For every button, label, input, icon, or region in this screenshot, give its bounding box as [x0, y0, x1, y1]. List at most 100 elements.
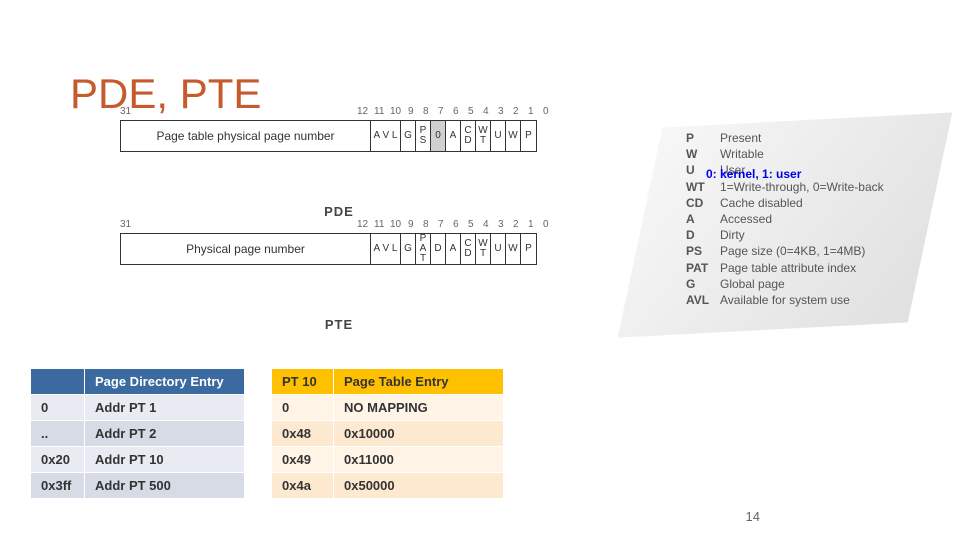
pte-field-u: U — [491, 234, 506, 264]
bit-label: 8 — [423, 219, 429, 230]
legend-key: PS — [686, 243, 720, 259]
bit-label: 11 — [374, 106, 384, 117]
pte-th-1: Page Table Entry — [334, 369, 504, 395]
table-cell: 0x48 — [272, 421, 334, 447]
pde-field-g: G — [401, 121, 416, 151]
legend-val: Accessed — [720, 211, 772, 227]
legend-key: G — [686, 276, 720, 292]
legend-key: AVL — [686, 292, 720, 308]
bit-label: 3 — [498, 219, 504, 230]
pde-field-ppn: Page table physical page number — [121, 121, 371, 151]
pte-bitrow: 31 12 11 10 9 8 7 6 5 4 3 2 1 0 Physical… — [120, 233, 680, 281]
entry-diagrams: 31 12 11 10 9 8 7 6 5 4 3 2 1 0 Page tab… — [120, 120, 680, 350]
table-cell: Addr PT 1 — [85, 395, 245, 421]
table-cell: 0 — [272, 395, 334, 421]
pte-field-g: G — [401, 234, 416, 264]
pte-field-avl: A V L — [371, 234, 401, 264]
pte-table: PT 10 Page Table Entry 0NO MAPPING 0x480… — [271, 368, 504, 499]
pte-label: PTE — [120, 317, 558, 332]
bit-label: 31 — [120, 219, 131, 230]
bit-label: 7 — [438, 219, 444, 230]
table-cell: Addr PT 2 — [85, 421, 245, 447]
pde-field-zero: 0 — [431, 121, 446, 151]
legend-key: PAT — [686, 260, 720, 276]
example-tables: Page Directory Entry 0Addr PT 1 ..Addr P… — [30, 368, 504, 499]
legend-key: A — [686, 211, 720, 227]
table-cell: 0x50000 — [334, 473, 504, 499]
pde-field-w: W — [506, 121, 521, 151]
page-number: 14 — [746, 509, 760, 524]
legend-val: Page table attribute index — [720, 260, 856, 276]
bit-label: 5 — [468, 106, 474, 117]
legend-val: Cache disabled — [720, 195, 803, 211]
pde-field-p: P — [521, 121, 536, 151]
table-cell: 0x20 — [31, 447, 85, 473]
pte-field-a: A — [446, 234, 461, 264]
pte-field-w: W — [506, 234, 521, 264]
table-cell: 0x10000 — [334, 421, 504, 447]
pte-th-0: PT 10 — [272, 369, 334, 395]
bit-label: 9 — [408, 219, 414, 230]
bit-label: 5 — [468, 219, 474, 230]
legend-key: W — [686, 146, 720, 162]
bit-label: 4 — [483, 106, 489, 117]
bit-label: 0 — [543, 106, 549, 117]
table-cell: .. — [31, 421, 85, 447]
pde-field-cd: C D — [461, 121, 476, 151]
bit-label: 6 — [453, 106, 459, 117]
bit-label: 12 — [357, 106, 368, 117]
legend-key: P — [686, 130, 720, 146]
bit-label: 1 — [528, 106, 534, 117]
bit-label: 4 — [483, 219, 489, 230]
bit-label: 10 — [390, 106, 401, 117]
legend-key: CD — [686, 195, 720, 211]
table-cell: 0x4a — [272, 473, 334, 499]
pte-field-d: D — [431, 234, 446, 264]
pde-label: PDE — [120, 204, 558, 219]
legend-key: D — [686, 227, 720, 243]
user-kernel-annotation: 0: kernel, 1: user — [706, 167, 801, 181]
pde-field-a: A — [446, 121, 461, 151]
table-cell: 0x49 — [272, 447, 334, 473]
bit-label: 11 — [374, 219, 384, 230]
bit-label: 8 — [423, 106, 429, 117]
legend-val: Writable — [720, 146, 764, 162]
bit-label: 2 — [513, 106, 519, 117]
legend-val: Page size (0=4KB, 1=4MB) — [720, 243, 865, 259]
pde-fields: Page table physical page number A V L G … — [120, 120, 537, 152]
pte-field-wt: W T — [476, 234, 491, 264]
table-cell: NO MAPPING — [334, 395, 504, 421]
bit-label: 31 — [120, 106, 131, 117]
legend-val: Global page — [720, 276, 785, 292]
legend-val: Present — [720, 130, 761, 146]
legend-val: Available for system use — [720, 292, 850, 308]
bit-label: 2 — [513, 219, 519, 230]
legend-val: Dirty — [720, 227, 745, 243]
pde-bit-labels: 31 12 11 10 9 8 7 6 5 4 3 2 1 0 — [120, 106, 680, 120]
flag-legend: PPresent WWritable UUser WT1=Write-throu… — [686, 130, 884, 308]
pte-field-cd: C D — [461, 234, 476, 264]
bit-label: 7 — [438, 106, 444, 117]
pde-field-ps: P S — [416, 121, 431, 151]
table-cell: Addr PT 10 — [85, 447, 245, 473]
table-cell: 0 — [31, 395, 85, 421]
pde-th-1: Page Directory Entry — [85, 369, 245, 395]
bit-label: 1 — [528, 219, 534, 230]
pde-field-wt: W T — [476, 121, 491, 151]
bit-label: 6 — [453, 219, 459, 230]
bit-label: 3 — [498, 106, 504, 117]
pde-field-avl: A V L — [371, 121, 401, 151]
bit-label: 9 — [408, 106, 414, 117]
pde-bitrow: 31 12 11 10 9 8 7 6 5 4 3 2 1 0 Page tab… — [120, 120, 680, 168]
pde-field-u: U — [491, 121, 506, 151]
table-cell: Addr PT 500 — [85, 473, 245, 499]
pte-bit-labels: 31 12 11 10 9 8 7 6 5 4 3 2 1 0 — [120, 219, 680, 233]
table-cell: 0x11000 — [334, 447, 504, 473]
table-cell: 0x3ff — [31, 473, 85, 499]
pte-field-ppn: Physical page number — [121, 234, 371, 264]
bit-label: 12 — [357, 219, 368, 230]
bit-label: 0 — [543, 219, 549, 230]
pde-th-0 — [31, 369, 85, 395]
pte-field-p: P — [521, 234, 536, 264]
pte-fields: Physical page number A V L G P A T D A C… — [120, 233, 537, 265]
